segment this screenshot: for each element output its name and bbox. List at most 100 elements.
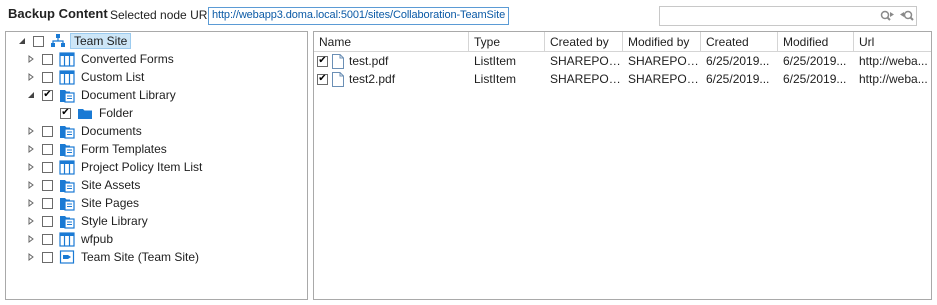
name-cell: ✔ test2.pdf (314, 70, 469, 88)
expand-arrow-icon[interactable] (26, 198, 36, 208)
created-cell: 6/25/2019... (706, 72, 770, 86)
expand-arrow-icon[interactable] (26, 54, 36, 64)
tree-item-checkbox[interactable]: ✔ (42, 89, 53, 101)
file-icon (332, 71, 349, 87)
tree-item-label: Site Pages (81, 196, 140, 210)
collapse-arrow-icon[interactable] (17, 36, 27, 46)
expand-arrow-icon[interactable] (26, 162, 36, 172)
selected-node-url-label: Selected node URL: (110, 8, 218, 22)
type-cell: ListItem (474, 54, 517, 68)
tree-item-wfpub[interactable]: wfpub (26, 230, 113, 248)
column-header-url[interactable]: Url (854, 32, 931, 52)
tree-item-checkbox[interactable] (42, 233, 53, 245)
tree-item-checkbox[interactable] (42, 251, 53, 263)
column-header-name[interactable]: Name (314, 32, 469, 52)
created-by-cell: SHAREPOIN... (550, 54, 623, 68)
tree-item-checkbox[interactable] (42, 143, 53, 155)
tree-item-checkbox[interactable] (42, 215, 53, 227)
grid-header: Name Type Created by Modified by Created Modi… (314, 32, 931, 52)
tree-item-document-library[interactable]: ✔ Document Library (26, 86, 176, 104)
tree-item-converted-forms[interactable]: Converted Forms (26, 50, 174, 68)
selected-node-url-field[interactable]: http://webapp3.doma.local:5001/sites/Col… (208, 7, 510, 25)
tree-item-site-assets[interactable]: Site Assets (26, 176, 140, 194)
expand-arrow-icon[interactable] (26, 72, 36, 82)
tree-item-checkbox[interactable] (42, 161, 53, 173)
find-previous-icon[interactable] (898, 9, 915, 24)
tree-item-label: Team Site (Team Site) (81, 250, 200, 264)
tree-item-folder[interactable]: ✔ Folder (44, 104, 133, 122)
tree-item-label: wfpub (81, 232, 114, 246)
site-tree[interactable]: Team Site Converted Forms Custom List ✔ Docu… (5, 31, 308, 300)
tree-item-checkbox[interactable] (42, 71, 53, 83)
file-name: test2.pdf (349, 72, 396, 86)
tree-item-checkbox[interactable] (33, 35, 44, 47)
modified-cell: 6/25/2019... (783, 72, 847, 86)
expand-arrow-icon[interactable] (26, 180, 36, 190)
url-cell: http://weba... (859, 54, 928, 68)
name-cell: ✔ test.pdf (314, 52, 469, 70)
expand-arrow-icon[interactable] (26, 144, 36, 154)
tree-item-custom-list[interactable]: Custom List (26, 68, 144, 86)
tree-item-label: Folder (99, 106, 134, 120)
tree-item-label: Site Assets (81, 178, 141, 192)
folder-icon (77, 105, 93, 121)
list-icon (59, 231, 75, 247)
tree-root-team-site[interactable]: Team Site (17, 32, 132, 50)
file-name: test.pdf (349, 54, 389, 68)
row-checkbox[interactable]: ✔ (317, 73, 328, 85)
library-icon (59, 123, 75, 139)
column-header-created-by[interactable]: Created by (545, 32, 623, 52)
panel-title: Backup Content (8, 6, 108, 21)
expand-arrow-icon[interactable] (26, 234, 36, 244)
row-checkbox[interactable]: ✔ (317, 55, 328, 67)
column-header-modified-by[interactable]: Modified by (623, 32, 701, 52)
table-row[interactable]: ✔ test.pdf ListItem SHAREPOIN... SHAREPOIN..… (314, 52, 931, 70)
tree-item-project-policy-item-list[interactable]: Project Policy Item List (26, 158, 202, 176)
tree-item-checkbox[interactable] (42, 53, 53, 65)
tree-item-label: Form Templates (81, 142, 167, 156)
tree-item-label: Custom List (81, 70, 145, 84)
library-icon (59, 195, 75, 211)
modified-by-cell: SHAREPOIN... (628, 72, 701, 86)
search-field[interactable] (659, 6, 917, 26)
column-header-created[interactable]: Created (701, 32, 778, 52)
library-icon (59, 141, 75, 157)
tree-item-documents[interactable]: Documents (26, 122, 142, 140)
tree-item-label: Document Library (81, 88, 176, 102)
subsite-icon (59, 249, 75, 265)
tree-item-label: Style Library (81, 214, 148, 228)
tree-item-checkbox[interactable] (42, 197, 53, 209)
type-cell: ListItem (474, 72, 517, 86)
file-icon (332, 53, 349, 69)
list-icon (59, 51, 75, 67)
modified-by-cell: SHAREPOIN... (628, 54, 701, 68)
site-icon (50, 33, 66, 49)
tree-item-style-library[interactable]: Style Library (26, 212, 148, 230)
expand-arrow-icon[interactable] (26, 126, 36, 136)
tree-item-label: Team Site (70, 33, 132, 49)
tree-item-team-site-team-site[interactable]: Team Site (Team Site) (26, 248, 199, 266)
tree-item-label: Project Policy Item List (81, 160, 203, 174)
url-cell: http://weba... (859, 72, 928, 86)
tree-item-site-pages[interactable]: Site Pages (26, 194, 139, 212)
tree-item-label: Converted Forms (81, 52, 174, 66)
column-header-modified[interactable]: Modified (778, 32, 854, 52)
column-header-type[interactable]: Type (469, 32, 545, 52)
list-icon (59, 69, 75, 85)
content-grid[interactable]: Name Type Created by Modified by Created Modi… (313, 31, 932, 300)
created-cell: 6/25/2019... (706, 54, 770, 68)
tree-item-form-templates[interactable]: Form Templates (26, 140, 167, 158)
created-by-cell: SHAREPOIN... (550, 72, 623, 86)
library-icon (59, 87, 75, 103)
expand-arrow-icon[interactable] (26, 252, 36, 262)
tree-item-checkbox[interactable]: ✔ (60, 107, 71, 119)
tree-item-checkbox[interactable] (42, 179, 53, 191)
find-next-icon[interactable] (879, 9, 896, 24)
collapse-arrow-icon[interactable] (26, 90, 36, 100)
expand-arrow-icon[interactable] (26, 216, 36, 226)
tree-item-checkbox[interactable] (42, 125, 53, 137)
library-icon (59, 177, 75, 193)
table-row[interactable]: ✔ test2.pdf ListItem SHAREPOIN... SHAREPOIN.… (314, 70, 931, 88)
library-icon (59, 213, 75, 229)
